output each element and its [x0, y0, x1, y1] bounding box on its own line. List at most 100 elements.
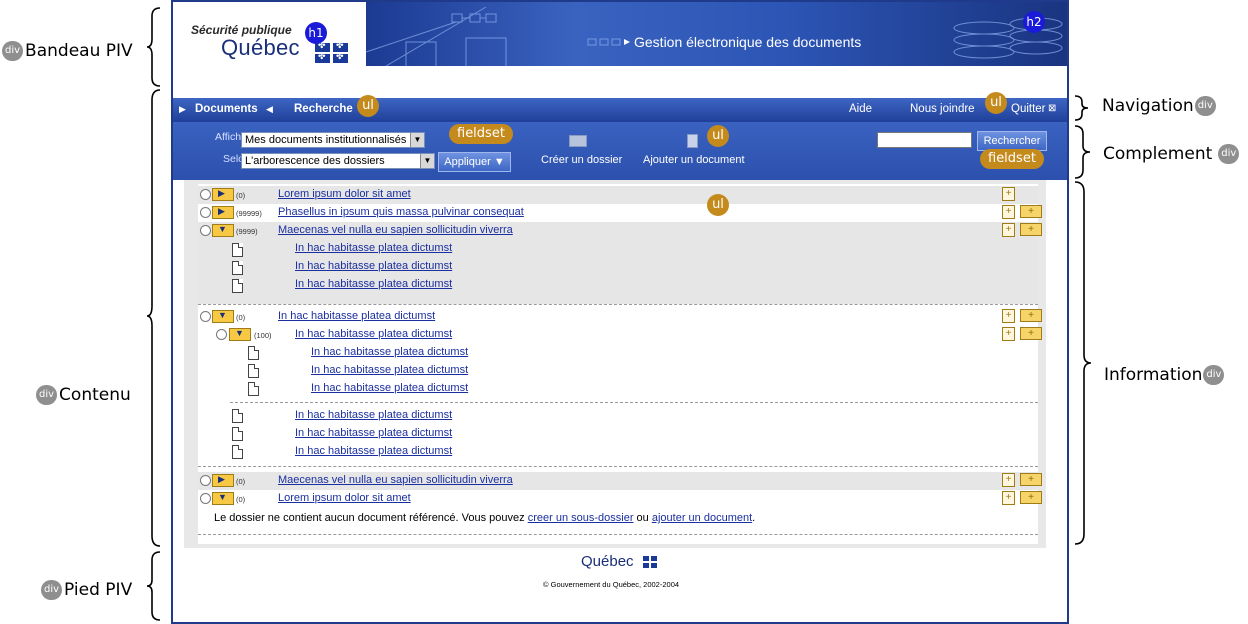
- radio-button[interactable]: [200, 475, 211, 486]
- item-count: (0): [236, 191, 246, 200]
- folder-open-icon[interactable]: [229, 328, 251, 341]
- brace-contenu: [146, 89, 161, 547]
- quebec-logo: Sécurité publique Québec: [173, 2, 366, 66]
- annotation-information: Information div: [1104, 365, 1225, 385]
- document-icon: [232, 409, 243, 423]
- folder-link[interactable]: Maecenas vel nulla eu sapien sollicitudi…: [278, 474, 513, 486]
- folder-link[interactable]: In hac habitasse platea dictumst: [278, 310, 435, 322]
- banner-image: Gestion électronique des documents: [366, 2, 1067, 66]
- search-input[interactable]: [877, 132, 972, 148]
- add-document-icon[interactable]: +: [1002, 327, 1015, 341]
- ul-badge-nav-left: ul: [357, 95, 379, 117]
- navigation-bar: ▶ Documents ◀ Recherche Aide Nous joindr…: [173, 98, 1067, 122]
- add-folder-icon[interactable]: +: [1020, 491, 1042, 504]
- add-folder-icon[interactable]: +: [1020, 309, 1042, 322]
- folder-icon[interactable]: [569, 135, 587, 147]
- document-icon: [232, 427, 243, 441]
- appliquer-button[interactable]: Appliquer ▼: [438, 152, 511, 172]
- footer: Québec © Gouvernement du Québec, 2002-20…: [173, 548, 1067, 622]
- brace-navigation: [1074, 95, 1089, 121]
- tree-row: (0) Lorem ipsum dolor sit amet +: [198, 186, 1038, 204]
- ul-badge-complement: ul: [707, 125, 729, 147]
- document-link[interactable]: In hac habitasse platea dictumst: [295, 260, 452, 272]
- add-folder-icon[interactable]: +: [1020, 473, 1042, 486]
- annotation-tag: div: [1203, 365, 1225, 385]
- ajouter-document-link[interactable]: Ajouter un document: [643, 154, 745, 166]
- document-link[interactable]: In hac habitasse platea dictumst: [311, 382, 468, 394]
- document-icon: [248, 346, 259, 360]
- brace-information: [1074, 181, 1092, 545]
- add-document-icon[interactable]: +: [1002, 187, 1015, 201]
- document-link[interactable]: In hac habitasse platea dictumst: [295, 242, 452, 254]
- note-text: Le dossier ne contient aucun document ré…: [214, 512, 528, 524]
- annotation-label: Complement: [1103, 144, 1213, 164]
- close-icon[interactable]: ⊠: [1048, 103, 1056, 114]
- annotation-tag: div: [41, 580, 63, 600]
- copyright: © Gouvernement du Québec, 2002-2004: [543, 580, 680, 589]
- h2-badge: h2: [1023, 11, 1045, 33]
- document-link[interactable]: In hac habitasse platea dictumst: [295, 427, 452, 439]
- afficher-select[interactable]: Mes documents institutionnalisés ▼: [241, 132, 425, 148]
- item-count: (100): [254, 331, 272, 340]
- annotation-label: Bandeau PIV: [25, 41, 133, 61]
- document-link[interactable]: In hac habitasse platea dictumst: [295, 445, 452, 457]
- annotation-tag: div: [2, 41, 24, 61]
- nav-recherche[interactable]: Recherche: [294, 103, 353, 115]
- annotation-pied: div Pied PIV: [41, 580, 132, 600]
- selon-select[interactable]: L'arborescence des dossiers ▼: [241, 153, 435, 169]
- add-folder-icon[interactable]: +: [1020, 205, 1042, 218]
- radio-button[interactable]: [200, 207, 211, 218]
- folder-link[interactable]: Lorem ipsum dolor sit amet: [278, 188, 411, 200]
- add-folder-icon[interactable]: +: [1020, 223, 1042, 236]
- tree-subrow: (100) In hac habitasse platea dictumst +…: [198, 326, 1042, 344]
- add-document-icon[interactable]: +: [1002, 309, 1015, 323]
- add-document-icon[interactable]: +: [1002, 473, 1015, 487]
- add-document-icon[interactable]: +: [1002, 491, 1015, 505]
- document-icon[interactable]: [687, 134, 698, 148]
- document-icon: [232, 261, 243, 275]
- document-icon: [248, 364, 259, 378]
- document-link[interactable]: In hac habitasse platea dictumst: [311, 364, 468, 376]
- add-document-icon[interactable]: +: [1002, 205, 1015, 219]
- document-link[interactable]: In hac habitasse platea dictumst: [295, 409, 452, 421]
- tree-row: (0) Lorem ipsum dolor sit amet + +: [198, 490, 1042, 508]
- creer-dossier-link[interactable]: Créer un dossier: [541, 154, 622, 166]
- radio-button[interactable]: [200, 189, 211, 200]
- folder-closed-icon[interactable]: [212, 206, 234, 219]
- folder-open-icon[interactable]: [212, 310, 234, 323]
- nav-aide[interactable]: Aide: [849, 103, 872, 115]
- annotation-tag: div: [1218, 144, 1240, 164]
- folder-link[interactable]: Maecenas vel nulla eu sapien sollicitudi…: [278, 224, 513, 236]
- folder-closed-icon[interactable]: [212, 474, 234, 487]
- document-link[interactable]: In hac habitasse platea dictumst: [311, 346, 468, 358]
- h1-badge: h1: [305, 22, 327, 44]
- add-document-link[interactable]: ajouter un document: [652, 512, 752, 524]
- add-folder-icon[interactable]: +: [1020, 327, 1042, 340]
- folder-link[interactable]: Lorem ipsum dolor sit amet: [278, 492, 411, 504]
- radio-button[interactable]: [216, 329, 227, 340]
- add-document-icon[interactable]: +: [1002, 223, 1015, 237]
- footer-logo: Québec: [581, 553, 634, 570]
- radio-button[interactable]: [200, 225, 211, 236]
- folder-open-icon[interactable]: [212, 492, 234, 505]
- folder-link[interactable]: Phasellus in ipsum quis massa pulvinar c…: [278, 206, 524, 218]
- nav-nous-joindre[interactable]: Nous joindre: [910, 103, 975, 115]
- folder-closed-icon[interactable]: [212, 188, 234, 201]
- complement-bar: Afficher Mes documents institutionnalisé…: [173, 122, 1067, 180]
- annotation-tag: div: [36, 385, 58, 405]
- document-link[interactable]: In hac habitasse platea dictumst: [295, 278, 452, 290]
- annotation-complement: Complement div: [1103, 144, 1240, 164]
- create-subfolder-link[interactable]: creer un sous-dossier: [528, 512, 634, 524]
- folder-link[interactable]: In hac habitasse platea dictumst: [295, 328, 452, 340]
- radio-button[interactable]: [200, 311, 211, 322]
- radio-button[interactable]: [200, 493, 211, 504]
- nav-quitter[interactable]: Quitter: [1011, 103, 1046, 115]
- item-count: (0): [236, 495, 246, 504]
- annotation-tag: div: [1194, 96, 1216, 116]
- nav-documents[interactable]: Documents: [195, 103, 258, 115]
- folder-open-icon[interactable]: [212, 224, 234, 237]
- chevron-down-icon: ▼: [420, 154, 434, 168]
- tree-row: (99999) Phasellus in ipsum quis massa pu…: [198, 204, 1042, 222]
- ul-badge-nav-right: ul: [985, 92, 1007, 114]
- rechercher-button[interactable]: Rechercher: [977, 131, 1047, 151]
